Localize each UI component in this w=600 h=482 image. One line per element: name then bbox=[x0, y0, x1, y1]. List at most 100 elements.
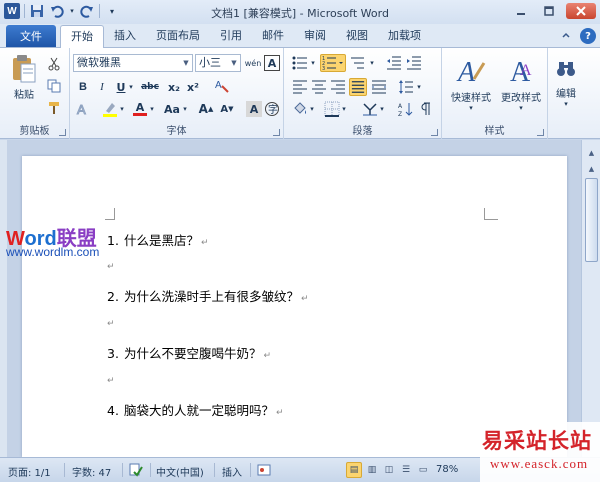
italic-button[interactable]: I bbox=[94, 79, 110, 95]
draft-view-icon[interactable]: ▭ bbox=[415, 462, 431, 478]
zoom-level[interactable]: 78% bbox=[436, 464, 458, 475]
font-name-combobox[interactable]: 微软雅黑 ▼ bbox=[73, 54, 193, 72]
styles-launcher-icon[interactable] bbox=[537, 129, 544, 136]
borders-icon[interactable] bbox=[324, 101, 340, 117]
tab-page-layout[interactable]: 页面布局 bbox=[146, 25, 210, 48]
align-left-icon[interactable] bbox=[292, 79, 308, 95]
help-icon[interactable]: ? bbox=[580, 28, 596, 44]
tab-view[interactable]: 视图 bbox=[336, 25, 378, 48]
tab-file[interactable]: 文件 bbox=[6, 25, 56, 47]
vertical-scrollbar[interactable]: ▲ ▲ bbox=[581, 140, 600, 457]
word-count[interactable]: 字数: 47 bbox=[72, 464, 111, 479]
tab-insert[interactable]: 插入 bbox=[104, 25, 146, 48]
clear-formatting-icon[interactable]: A bbox=[214, 77, 230, 93]
paragraph-launcher-icon[interactable] bbox=[431, 129, 438, 136]
bold-button[interactable]: B bbox=[75, 79, 91, 95]
chevron-down-icon[interactable]: ▾ bbox=[340, 101, 348, 117]
character-shading-button[interactable]: A bbox=[246, 101, 262, 117]
enclose-characters-icon[interactable]: 字 bbox=[264, 101, 280, 117]
list-item[interactable]: 2. 为什么洗澡时手上有很多皱纹？ ↵ bbox=[107, 286, 309, 305]
outline-view-icon[interactable]: ☰ bbox=[398, 462, 414, 478]
chevron-down-icon[interactable]: ▾ bbox=[308, 101, 316, 117]
page-count[interactable]: 页面: 1/1 bbox=[8, 464, 51, 479]
copy-icon[interactable] bbox=[46, 78, 62, 94]
full-screen-reading-icon[interactable]: ▥ bbox=[364, 462, 380, 478]
chevron-down-icon[interactable]: ▾ bbox=[118, 101, 126, 117]
quick-styles-icon: A bbox=[456, 57, 486, 85]
chevron-down-icon[interactable]: ▾ bbox=[368, 55, 376, 71]
macro-recording-icon[interactable] bbox=[256, 462, 272, 478]
sort-icon[interactable]: AZ bbox=[398, 101, 414, 117]
font-color-button[interactable]: A bbox=[132, 101, 148, 117]
change-styles-button[interactable]: AA 更改样式 ▾ bbox=[496, 52, 546, 114]
grow-font-button[interactable]: A ▲ bbox=[198, 101, 214, 117]
format-painter-icon[interactable] bbox=[46, 100, 62, 116]
increase-indent-icon[interactable] bbox=[406, 55, 422, 71]
character-border-button[interactable]: A bbox=[264, 55, 280, 71]
numbering-icon[interactable]: 123 bbox=[320, 54, 346, 72]
minimize-ribbon-icon[interactable] bbox=[558, 28, 574, 44]
scroll-up-icon[interactable]: ▲ bbox=[585, 146, 598, 160]
text-effects-icon[interactable]: A bbox=[75, 101, 91, 118]
proofing-icon[interactable] bbox=[128, 462, 144, 478]
phonetic-guide-button[interactable]: wén bbox=[245, 55, 262, 71]
close-icon[interactable] bbox=[566, 3, 596, 19]
chevron-down-icon[interactable]: ▾ bbox=[309, 55, 317, 71]
bullets-icon[interactable] bbox=[292, 55, 308, 71]
highlight-color-icon[interactable] bbox=[102, 101, 118, 117]
multilevel-list-icon[interactable] bbox=[350, 55, 366, 71]
align-center-icon[interactable] bbox=[311, 79, 327, 95]
chinese-layout-icon[interactable] bbox=[362, 101, 378, 117]
tab-references[interactable]: 引用 bbox=[210, 25, 252, 48]
decrease-indent-icon[interactable] bbox=[386, 55, 402, 71]
empty-paragraph-mark: ↵ bbox=[107, 262, 115, 272]
list-item[interactable]: 4. 脑袋大的人就一定聪明吗？ ↵ bbox=[107, 400, 284, 419]
insert-mode-indicator[interactable]: 插入 bbox=[222, 464, 242, 479]
show-formatting-marks-icon[interactable] bbox=[418, 101, 434, 117]
line-spacing-icon[interactable] bbox=[398, 79, 414, 95]
strikethrough-button[interactable]: abc bbox=[140, 79, 160, 95]
chevron-down-icon[interactable]: ▾ bbox=[148, 101, 156, 117]
paragraph-mark: ↵ bbox=[201, 238, 209, 248]
list-item-number: 4. bbox=[107, 403, 119, 418]
tab-add-ins[interactable]: 加载项 bbox=[378, 25, 431, 48]
scroll-up-icon[interactable]: ▲ bbox=[585, 162, 598, 176]
tab-mailings[interactable]: 邮件 bbox=[252, 25, 294, 48]
superscript-button[interactable]: x² bbox=[185, 79, 201, 95]
change-case-button[interactable]: Aa bbox=[162, 101, 182, 117]
print-layout-view-icon[interactable]: ▤ bbox=[346, 462, 362, 478]
clipboard-launcher-icon[interactable] bbox=[59, 129, 66, 136]
title-bar: W ▾ ▾ 文档1 [兼容模式] - Microsoft Word bbox=[0, 0, 600, 24]
list-item-text: 什么是黑店？ bbox=[124, 233, 200, 248]
font-launcher-icon[interactable] bbox=[273, 129, 280, 136]
scroll-thumb[interactable] bbox=[585, 178, 598, 262]
subscript-button[interactable]: x₂ bbox=[166, 79, 182, 95]
paragraph-group: ▾ 123 ▾ ▾ ▾ ▾ ▾ A Z 段落 bbox=[284, 48, 442, 139]
quick-styles-button[interactable]: A 快速样式 ▾ bbox=[446, 52, 496, 114]
shrink-font-button[interactable]: A ▼ bbox=[219, 101, 235, 117]
paste-button[interactable]: 粘贴 bbox=[6, 52, 42, 102]
list-item[interactable]: 3. 为什么不要空腹喝牛奶？ ↵ bbox=[107, 343, 271, 362]
chevron-down-icon[interactable]: ▾ bbox=[415, 79, 423, 95]
align-right-icon[interactable] bbox=[330, 79, 346, 95]
chevron-down-icon[interactable]: ▾ bbox=[127, 79, 135, 95]
tab-home[interactable]: 开始 bbox=[60, 25, 104, 49]
font-size-combobox[interactable]: 小三 ▼ bbox=[195, 54, 241, 72]
tab-review[interactable]: 审阅 bbox=[294, 25, 336, 48]
grow-font-letter: A bbox=[198, 102, 208, 116]
ribbon-tab-bar: 文件 开始 插入 页面布局 引用 邮件 审阅 视图 加载项 ? bbox=[0, 24, 600, 49]
svg-text:A: A bbox=[520, 62, 532, 79]
chevron-down-icon[interactable]: ▾ bbox=[181, 101, 189, 117]
minimize-icon[interactable] bbox=[510, 3, 532, 19]
cut-icon[interactable] bbox=[46, 56, 62, 72]
editing-button[interactable]: 编辑 ▾ bbox=[552, 52, 580, 114]
shading-icon[interactable] bbox=[292, 101, 308, 117]
justify-icon[interactable] bbox=[349, 78, 367, 96]
document-page[interactable]: 1. 什么是黑店？ ↵ 2. 为什么洗澡时手上有很多皱纹？ ↵ 3. 为什么不要空腹喝牛奶… bbox=[22, 156, 567, 457]
maximize-icon[interactable] bbox=[538, 3, 560, 19]
distributed-icon[interactable] bbox=[371, 79, 387, 95]
language-indicator[interactable]: 中文(中国) bbox=[156, 464, 204, 479]
chevron-down-icon[interactable]: ▾ bbox=[378, 101, 386, 117]
list-item[interactable]: 1. 什么是黑店？ ↵ bbox=[107, 230, 209, 249]
web-layout-icon[interactable]: ◫ bbox=[381, 462, 397, 478]
